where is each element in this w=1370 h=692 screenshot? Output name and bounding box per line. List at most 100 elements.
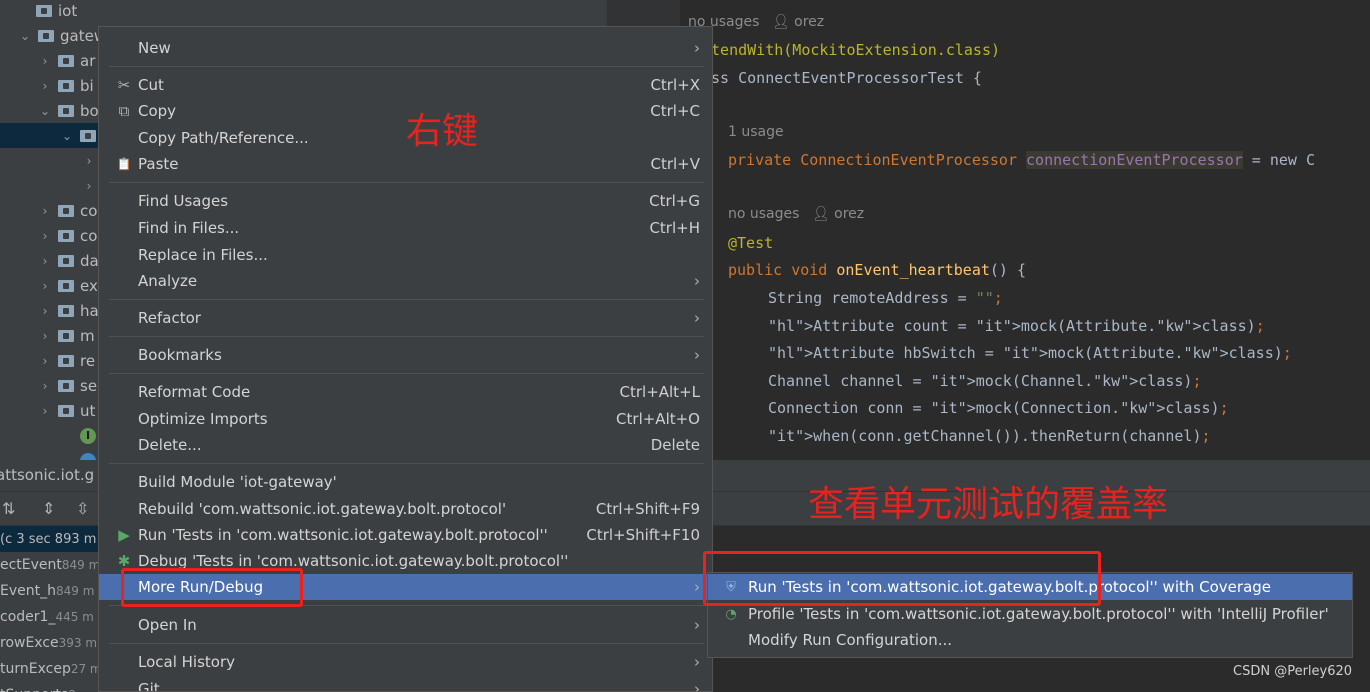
class-icon — [80, 452, 96, 460]
menu-item-label: Copy Path/Reference... — [138, 129, 309, 147]
menu-item-bookmarks[interactable]: Bookmarks › — [99, 342, 712, 368]
menu-item-label: New — [138, 39, 171, 57]
class-icon: I — [80, 427, 96, 444]
test-duration: 393 m — [58, 636, 98, 650]
sort-icon[interactable]: ⇅ — [2, 499, 15, 518]
chevron-right-icon[interactable]: › — [38, 304, 52, 318]
chevron-right-icon[interactable]: › — [82, 179, 96, 193]
test-results-list[interactable]: (c 3 sec 893 m ectEvent849 m Event_h849 m… — [0, 526, 98, 692]
chevron-right-icon[interactable]: › — [38, 79, 52, 93]
menu-item-label: Build Module 'iot-gateway' — [138, 473, 337, 491]
menu-separator — [109, 336, 704, 337]
tree-row[interactable]: iot — [0, 0, 607, 23]
tree-row-label: se — [80, 376, 98, 395]
code-line: "hl">Attribute count = "it">mock(Attribu… — [768, 316, 1265, 335]
code-line-test-annotation: @Test — [728, 234, 774, 252]
chevron-right-icon: › — [694, 309, 700, 327]
chevron-right-icon[interactable]: › — [38, 279, 52, 293]
menu-separator — [109, 66, 704, 67]
chevron-right-icon[interactable]: › — [38, 229, 52, 243]
test-name: Event_h — [0, 583, 56, 599]
menu-item-analyze[interactable]: Analyze › — [99, 268, 712, 294]
tree-row-label: ha — [80, 301, 99, 320]
folder-icon — [58, 254, 74, 267]
chevron-right-icon[interactable]: › — [38, 204, 52, 218]
menu-item-find-in-files[interactable]: Find in Files... Ctrl+H — [99, 215, 712, 241]
code-line-annotation: xtendWith(MockitoExtension.class) — [702, 41, 1001, 59]
copy-icon: ⧉ — [118, 102, 130, 120]
folder-icon — [80, 129, 96, 142]
chevron-right-icon[interactable]: › — [82, 154, 96, 168]
chevron-right-icon: › — [694, 578, 700, 596]
test-result-row[interactable]: turnExcep27 m — [0, 656, 98, 682]
menu-item-label: Replace in Files... — [138, 246, 268, 264]
chevron-right-icon[interactable]: › — [38, 254, 52, 268]
test-name: rowExce — [0, 635, 59, 651]
menu-item-delete[interactable]: Delete... Delete — [99, 432, 712, 458]
menu-item-local-history[interactable]: Local History › — [99, 649, 712, 675]
folder-icon — [58, 329, 74, 342]
chevron-down-icon[interactable]: ⌄ — [60, 129, 74, 143]
expand-all-icon[interactable]: ⇕ — [42, 499, 55, 518]
chevron-right-icon[interactable]: › — [38, 329, 52, 343]
menu-item-label: Git — [138, 680, 160, 692]
usages-hint-2[interactable]: 1 usage — [728, 124, 784, 140]
test-result-row[interactable]: rowExce393 m — [0, 630, 98, 656]
folder-icon — [58, 354, 74, 367]
menu-item-reformat-code[interactable]: Reformat Code Ctrl+Alt+L — [99, 379, 712, 405]
menu-item-open-in[interactable]: Open In › — [99, 612, 712, 638]
chevron-right-icon[interactable]: › — [38, 379, 52, 393]
folder-icon — [58, 304, 74, 317]
menu-item-shortcut: Delete — [650, 436, 700, 454]
usages-hint-3[interactable]: no usages 👤︎ orez — [728, 206, 864, 222]
tree-row-label: re — [80, 351, 96, 370]
menu-item-cut[interactable]: ✂ Cut Ctrl+X — [99, 72, 712, 98]
tree-row-label: ar — [80, 51, 96, 70]
run-tab-title[interactable]: attsonic.iot.g — [0, 466, 94, 484]
menu-item-shortcut: Ctrl+Shift+F10 — [586, 526, 700, 544]
menu-item-shortcut: Ctrl+G — [649, 192, 700, 210]
menu-item-find-usages[interactable]: Find Usages Ctrl+G — [99, 188, 712, 214]
code-editor[interactable]: no usages 👤︎ orez xtendWith(MockitoExten… — [680, 0, 1370, 460]
test-duration: 849 m — [61, 558, 98, 572]
code-line-method: public void onEvent_heartbeat() { — [728, 261, 1027, 279]
test-result-row[interactable]: Event_h849 m — [0, 578, 98, 604]
tree-row-label: da — [80, 251, 99, 270]
chevron-right-icon: › — [694, 616, 700, 634]
chevron-right-icon[interactable]: › — [38, 354, 52, 368]
menu-item-label: Optimize Imports — [138, 410, 268, 428]
test-result-row[interactable]: ectEvent849 m — [0, 552, 98, 578]
test-status-row[interactable]: (c 3 sec 893 m — [0, 526, 98, 552]
test-result-row[interactable]: coder1_445 m — [0, 604, 98, 630]
chevron-right-icon: › — [694, 653, 700, 671]
menu-item-git[interactable]: Git › — [99, 676, 712, 692]
menu-separator — [109, 182, 704, 183]
code-line: Channel channel = "it">mock(Channel."kw"… — [768, 371, 1202, 390]
tree-row-label: m — [80, 326, 95, 345]
menu-item-shortcut: Ctrl+Alt+O — [616, 410, 700, 428]
menu-item-paste[interactable]: 📋 Paste Ctrl+V — [99, 151, 712, 177]
menu-item-replace-in-files[interactable]: Replace in Files... — [99, 242, 712, 268]
collapse-all-icon[interactable]: ⇳ — [76, 499, 89, 518]
menu-item-label: Rebuild 'com.wattsonic.iot.gateway.bolt.… — [138, 500, 507, 518]
chevron-down-icon[interactable]: ⌄ — [38, 104, 52, 118]
modify-run-config-item[interactable]: Modify Run Configuration... — [708, 627, 1352, 653]
folder-icon — [36, 4, 52, 17]
chevron-right-icon: › — [694, 39, 700, 57]
menu-item-run-tests-in-com-wattsonic-iot-gateway-b[interactable]: ▶ Run 'Tests in 'com.wattsonic.iot.gatewa… — [99, 522, 712, 548]
menu-item-new[interactable]: New › — [99, 35, 712, 61]
menu-item-build-module-iot-gateway[interactable]: Build Module 'iot-gateway' — [99, 469, 712, 495]
chevron-right-icon[interactable]: › — [38, 54, 52, 68]
chevron-right-icon[interactable]: › — [38, 404, 52, 418]
test-result-row[interactable]: tSupports8 m — [0, 682, 98, 692]
folder-icon — [38, 29, 54, 42]
menu-separator — [109, 643, 704, 644]
menu-item-rebuild-com-wattsonic-iot-gateway-bolt-p[interactable]: Rebuild 'com.wattsonic.iot.gateway.bolt.… — [99, 496, 712, 522]
chevron-down-icon[interactable]: ⌄ — [18, 29, 32, 43]
annotation-box-coverage — [703, 551, 1101, 606]
chevron-right-icon: › — [694, 680, 700, 692]
menu-item-optimize-imports[interactable]: Optimize Imports Ctrl+Alt+O — [99, 406, 712, 432]
submenu-item-label: Profile 'Tests in 'com.wattsonic.iot.gat… — [748, 605, 1329, 623]
test-name: turnExcep — [0, 661, 71, 677]
menu-item-refactor[interactable]: Refactor › — [99, 305, 712, 331]
